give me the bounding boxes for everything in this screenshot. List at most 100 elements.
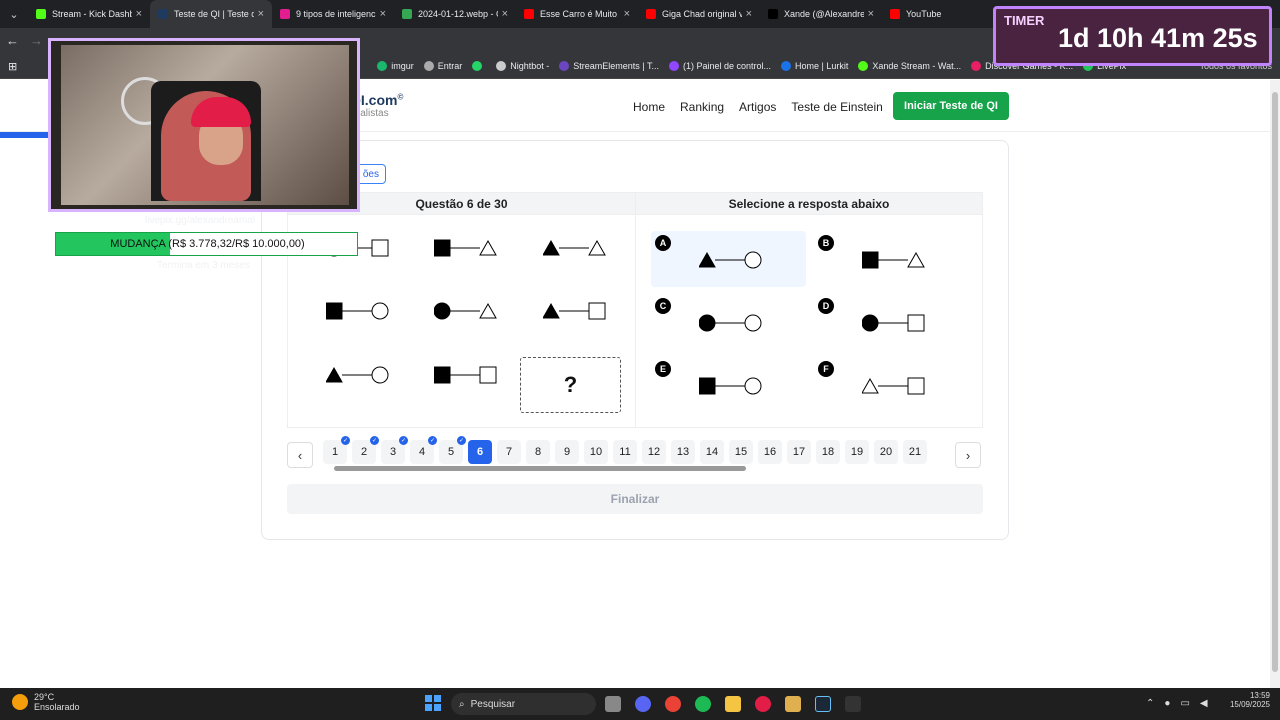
tab-search-icon[interactable]: ⌄ — [0, 0, 28, 28]
page-button[interactable]: 5 ✓ — [439, 436, 466, 464]
monitor-icon[interactable]: ▭ — [1180, 698, 1189, 709]
weather-widget[interactable]: 29°C Ensolarado — [12, 692, 80, 712]
answer-option-b[interactable]: B — [814, 231, 969, 287]
page-button[interactable]: 7 — [497, 440, 521, 464]
back-icon[interactable]: ← — [6, 33, 19, 48]
bookmark-item[interactable] — [472, 61, 486, 71]
close-tab-icon[interactable]: × — [868, 8, 874, 20]
tab-label: Stream - Kick Dashbo — [52, 9, 132, 19]
page-button[interactable]: 20 — [874, 440, 898, 464]
pager-scrollbar[interactable] — [324, 466, 938, 471]
close-tab-icon[interactable]: × — [746, 8, 752, 20]
page-button[interactable]: 15 — [729, 440, 753, 464]
browser-tab[interactable]: 9 tipos de inteligencia × — [272, 0, 394, 28]
tab-favicon-icon — [524, 9, 534, 19]
page-button[interactable]: 9 — [555, 440, 579, 464]
close-tab-icon[interactable]: × — [136, 8, 142, 20]
tab-favicon-icon — [280, 9, 290, 19]
page-button[interactable]: 10 — [584, 440, 608, 464]
nav-artigos[interactable]: Artigos — [739, 100, 776, 114]
close-tab-icon[interactable]: × — [258, 8, 264, 20]
media-player-icon[interactable] — [755, 696, 771, 712]
nav-ranking[interactable]: Ranking — [680, 100, 724, 114]
chrome-icon[interactable] — [665, 696, 681, 712]
tab-favicon-icon — [768, 9, 778, 19]
page-button[interactable]: 13 — [671, 440, 695, 464]
bookmark-item[interactable]: Entrar — [423, 61, 462, 71]
browser-tab[interactable]: YouTube — [882, 0, 1004, 28]
pager-next-button[interactable]: › — [955, 442, 981, 468]
clock[interactable]: 13:59 15/09/2025 — [1230, 691, 1270, 709]
bookmark-icon — [668, 61, 679, 71]
page-button[interactable]: 1 ✓ — [323, 436, 350, 464]
page-button[interactable]: 12 — [642, 440, 666, 464]
browser-tab[interactable]: Stream - Kick Dashbo × — [28, 0, 150, 28]
file-explorer-icon[interactable] — [605, 696, 621, 712]
mic-icon[interactable]: ● — [1164, 698, 1170, 709]
start-test-button[interactable]: Iniciar Teste de QI — [893, 92, 1009, 120]
spotify-icon[interactable] — [695, 696, 711, 712]
answer-option-d[interactable]: D — [814, 294, 969, 350]
page-button[interactable]: 4 ✓ — [410, 436, 437, 464]
sun-icon — [12, 694, 28, 710]
volume-icon[interactable]: ◀ — [1200, 698, 1208, 709]
game-icon[interactable] — [845, 696, 861, 712]
answer-option-e[interactable]: E — [651, 357, 806, 413]
nav-einstein[interactable]: Teste de Einstein — [791, 100, 882, 114]
option-letter: A — [655, 235, 671, 251]
goal-subtitle: Termina em 3 meses — [157, 260, 250, 271]
chevron-up-icon[interactable]: ⌃ — [1146, 698, 1154, 709]
tab-label: Esse Carro é Muito M — [540, 9, 620, 19]
page-button[interactable]: 16 — [758, 440, 782, 464]
answer-option-f[interactable]: F — [814, 357, 969, 413]
page-button[interactable]: 6 — [468, 440, 492, 464]
tab-favicon-icon — [36, 9, 46, 19]
page-scrollbar[interactable] — [1270, 80, 1280, 688]
page-button[interactable]: 21 — [903, 440, 927, 464]
question-pager: ‹ 1 ✓ 2 ✓ 3 ✓ 4 ✓ 5 ✓ 6 7 8 9 10 11 12 13 14 15 16 17 18 19 20 21… — [287, 436, 983, 471]
page-button[interactable]: 14 — [700, 440, 724, 464]
bookmark-item[interactable]: Xande Stream - Wat... — [858, 61, 961, 71]
page-button[interactable]: 17 — [787, 440, 811, 464]
goal-url: livepix.gg/alexandreamal — [145, 215, 256, 226]
page-button[interactable]: 3 ✓ — [381, 436, 408, 464]
app-icon[interactable] — [785, 696, 801, 712]
page-button[interactable]: 11 — [613, 440, 637, 464]
goal-text: MUDANÇA (R$ 3.778,32/R$ 10.000,00) — [110, 238, 305, 250]
browser-tab[interactable]: Xande (@AlexandreM × — [760, 0, 882, 28]
windows-start-icon[interactable] — [425, 695, 441, 711]
clock-time: 13:59 — [1249, 691, 1270, 700]
pager-prev-button[interactable]: ‹ — [287, 442, 313, 468]
option-letter: B — [818, 235, 834, 251]
page-button[interactable]: 8 — [526, 440, 550, 464]
close-tab-icon[interactable]: × — [502, 8, 508, 20]
close-tab-icon[interactable]: × — [380, 8, 386, 20]
answer-header: Selecione a resposta abaixo — [636, 193, 982, 215]
browser-tab[interactable]: Giga Chad original vi × — [638, 0, 760, 28]
page-button[interactable]: 19 — [845, 440, 869, 464]
answer-option-c[interactable]: C — [651, 294, 806, 350]
bookmark-item[interactable]: imgur — [377, 61, 414, 71]
folder-icon[interactable] — [725, 696, 741, 712]
bookmark-item[interactable]: Home | Lurkit — [781, 61, 848, 71]
bookmark-label: (1) Painel de control... — [682, 61, 772, 71]
page-button[interactable]: 2 ✓ — [352, 436, 379, 464]
steam-icon[interactable] — [815, 696, 831, 712]
option-shapes — [861, 249, 926, 271]
browser-tab[interactable]: Esse Carro é Muito M × — [516, 0, 638, 28]
bookmark-item[interactable]: Nightbot - — [496, 61, 549, 71]
nav-home[interactable]: Home — [633, 100, 665, 114]
bookmark-item[interactable]: (1) Painel de control... — [668, 61, 772, 71]
forward-icon[interactable]: → — [30, 33, 43, 48]
page-button[interactable]: 18 — [816, 440, 840, 464]
finalize-button[interactable]: Finalizar — [287, 484, 983, 514]
close-tab-icon[interactable]: × — [624, 8, 630, 20]
apps-icon[interactable]: ⊞ — [8, 60, 17, 73]
option-shapes — [698, 375, 763, 397]
taskbar-search[interactable]: ⌕ Pesquisar — [451, 693, 596, 715]
browser-tab[interactable]: Teste de QI | Teste de × — [150, 0, 272, 28]
bookmark-item[interactable]: StreamElements | T... — [559, 61, 659, 71]
answer-option-a[interactable]: A — [651, 231, 806, 287]
discord-icon[interactable] — [635, 696, 651, 712]
browser-tab[interactable]: 2024-01-12.webp - G × — [394, 0, 516, 28]
